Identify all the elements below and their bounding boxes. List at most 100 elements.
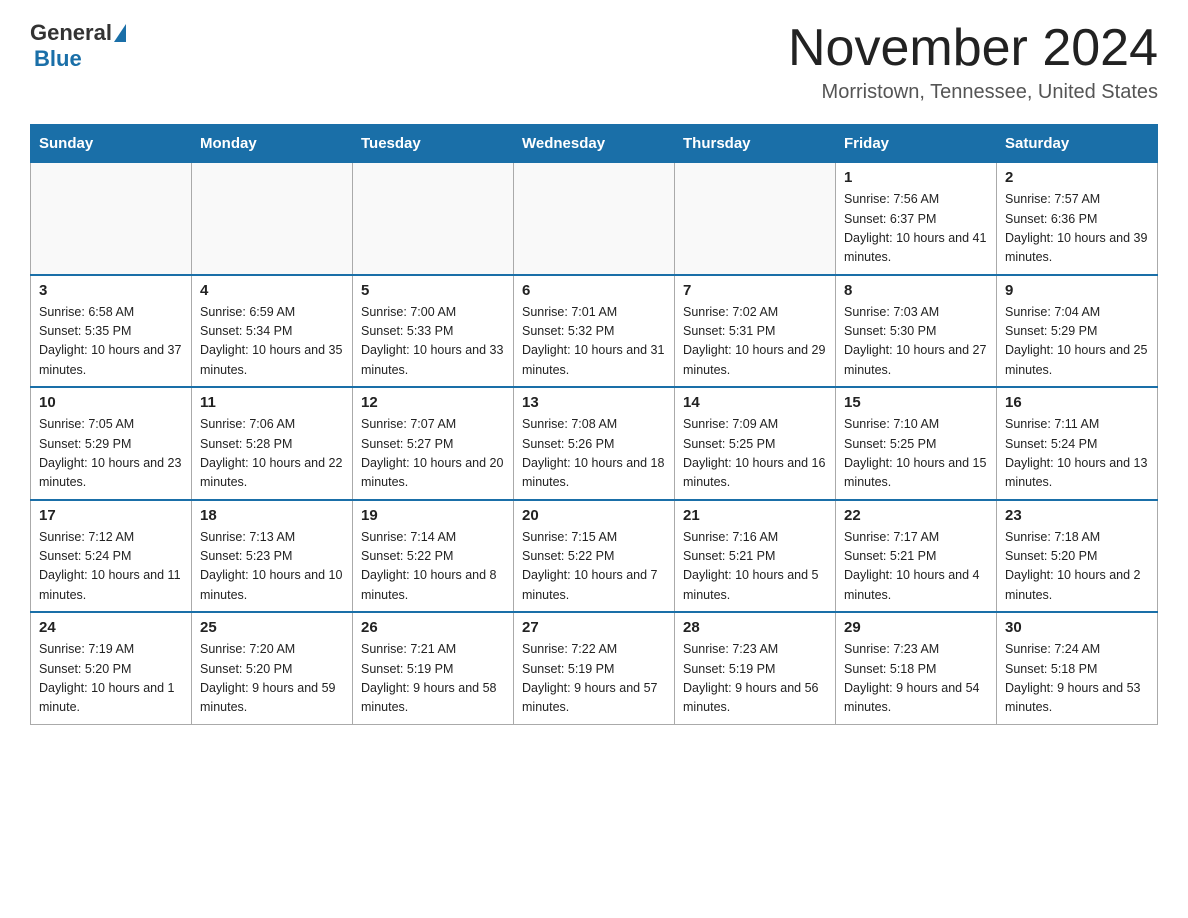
day-number: 26 (361, 619, 505, 636)
day-number: 5 (361, 282, 505, 299)
title-area: November 2024 Morristown, Tennessee, Uni… (788, 20, 1158, 104)
calendar-cell: 12 Sunrise: 7:07 AM Sunset: 5:27 PM Dayli… (353, 387, 514, 500)
day-number: 8 (844, 282, 988, 299)
calendar-cell: 24Sunrise: 7:19 AM Sunset: 5:20 PM Dayli… (31, 612, 192, 724)
logo-blue: Blue (34, 46, 82, 72)
day-info: Sunrise: 7:03 AM Sunset: 5:30 PM Dayligh… (844, 303, 988, 381)
day-number: 21 (683, 507, 827, 524)
day-info: Sunrise: 7:57 AM Sunset: 6:36 PM Dayligh… (1005, 190, 1149, 268)
day-info: Sunrise: 7:11 AM Sunset: 5:24 PM Dayligh… (1005, 415, 1149, 493)
calendar-week-row: 17Sunrise: 7:12 AM Sunset: 5:24 PM Dayli… (31, 500, 1158, 613)
day-info: Sunrise: 7:15 AM Sunset: 5:22 PM Dayligh… (522, 528, 666, 606)
calendar-cell: 21 Sunrise: 7:16 AM Sunset: 5:21 PM Dayli… (675, 500, 836, 613)
day-number: 13 (522, 394, 666, 411)
day-info: Sunrise: 7:23 AM Sunset: 5:19 PM Dayligh… (683, 640, 827, 718)
day-info: Sunrise: 7:13 AM Sunset: 5:23 PM Dayligh… (200, 528, 344, 606)
day-number: 25 (200, 619, 344, 636)
calendar-cell: 4 Sunrise: 6:59 AM Sunset: 5:34 PM Daylig… (192, 275, 353, 388)
calendar-cell: 19Sunrise: 7:14 AM Sunset: 5:22 PM Dayli… (353, 500, 514, 613)
calendar-cell: 15 Sunrise: 7:10 AM Sunset: 5:25 PM Dayli… (836, 387, 997, 500)
calendar-cell: 18 Sunrise: 7:13 AM Sunset: 5:23 PM Dayli… (192, 500, 353, 613)
calendar-cell: 7Sunrise: 7:02 AM Sunset: 5:31 PM Daylig… (675, 275, 836, 388)
calendar-week-row: 3 Sunrise: 6:58 AM Sunset: 5:35 PM Daylig… (31, 275, 1158, 388)
day-number: 10 (39, 394, 183, 411)
day-info: Sunrise: 6:59 AM Sunset: 5:34 PM Dayligh… (200, 303, 344, 381)
day-number: 15 (844, 394, 988, 411)
day-info: Sunrise: 7:10 AM Sunset: 5:25 PM Dayligh… (844, 415, 988, 493)
weekday-header: Sunday (31, 125, 192, 163)
logo-general: General (30, 20, 112, 46)
day-number: 18 (200, 507, 344, 524)
day-number: 17 (39, 507, 183, 524)
day-info: Sunrise: 7:07 AM Sunset: 5:27 PM Dayligh… (361, 415, 505, 493)
calendar-cell: 5 Sunrise: 7:00 AM Sunset: 5:33 PM Daylig… (353, 275, 514, 388)
calendar-header-row: SundayMondayTuesdayWednesdayThursdayFrid… (31, 125, 1158, 163)
day-number: 22 (844, 507, 988, 524)
day-info: Sunrise: 7:00 AM Sunset: 5:33 PM Dayligh… (361, 303, 505, 381)
day-number: 19 (361, 507, 505, 524)
day-number: 9 (1005, 282, 1149, 299)
day-number: 24 (39, 619, 183, 636)
day-number: 30 (1005, 619, 1149, 636)
day-info: Sunrise: 7:08 AM Sunset: 5:26 PM Dayligh… (522, 415, 666, 493)
calendar-cell: 13 Sunrise: 7:08 AM Sunset: 5:26 PM Dayli… (514, 387, 675, 500)
calendar-cell: 16 Sunrise: 7:11 AM Sunset: 5:24 PM Dayli… (997, 387, 1158, 500)
calendar-cell: 3 Sunrise: 6:58 AM Sunset: 5:35 PM Daylig… (31, 275, 192, 388)
calendar-cell: 6 Sunrise: 7:01 AM Sunset: 5:32 PM Daylig… (514, 275, 675, 388)
day-info: Sunrise: 7:24 AM Sunset: 5:18 PM Dayligh… (1005, 640, 1149, 718)
calendar-cell: 10 Sunrise: 7:05 AM Sunset: 5:29 PM Dayli… (31, 387, 192, 500)
calendar-cell: 1 Sunrise: 7:56 AM Sunset: 6:37 PM Daylig… (836, 163, 997, 275)
weekday-header: Wednesday (514, 125, 675, 163)
header: General Blue November 2024 Morristown, T… (30, 20, 1158, 104)
day-number: 23 (1005, 507, 1149, 524)
calendar-cell: 25 Sunrise: 7:20 AM Sunset: 5:20 PM Dayli… (192, 612, 353, 724)
day-info: Sunrise: 7:01 AM Sunset: 5:32 PM Dayligh… (522, 303, 666, 381)
calendar-cell: 8 Sunrise: 7:03 AM Sunset: 5:30 PM Daylig… (836, 275, 997, 388)
day-number: 2 (1005, 169, 1149, 186)
calendar-cell: 17Sunrise: 7:12 AM Sunset: 5:24 PM Dayli… (31, 500, 192, 613)
calendar-week-row: 10 Sunrise: 7:05 AM Sunset: 5:29 PM Dayli… (31, 387, 1158, 500)
calendar-week-row: 1 Sunrise: 7:56 AM Sunset: 6:37 PM Daylig… (31, 163, 1158, 275)
weekday-header: Saturday (997, 125, 1158, 163)
calendar-cell: 30 Sunrise: 7:24 AM Sunset: 5:18 PM Dayli… (997, 612, 1158, 724)
calendar-cell: 22 Sunrise: 7:17 AM Sunset: 5:21 PM Dayli… (836, 500, 997, 613)
location-title: Morristown, Tennessee, United States (788, 81, 1158, 104)
day-info: Sunrise: 7:20 AM Sunset: 5:20 PM Dayligh… (200, 640, 344, 718)
calendar-cell: 29Sunrise: 7:23 AM Sunset: 5:18 PM Dayli… (836, 612, 997, 724)
day-info: Sunrise: 7:56 AM Sunset: 6:37 PM Dayligh… (844, 190, 988, 268)
calendar-cell: 23 Sunrise: 7:18 AM Sunset: 5:20 PM Dayli… (997, 500, 1158, 613)
month-title: November 2024 (788, 20, 1158, 77)
day-number: 6 (522, 282, 666, 299)
day-info: Sunrise: 7:18 AM Sunset: 5:20 PM Dayligh… (1005, 528, 1149, 606)
calendar-cell: 20 Sunrise: 7:15 AM Sunset: 5:22 PM Dayli… (514, 500, 675, 613)
day-number: 3 (39, 282, 183, 299)
calendar-cell: 26 Sunrise: 7:21 AM Sunset: 5:19 PM Dayli… (353, 612, 514, 724)
day-number: 29 (844, 619, 988, 636)
day-number: 1 (844, 169, 988, 186)
day-info: Sunrise: 7:17 AM Sunset: 5:21 PM Dayligh… (844, 528, 988, 606)
calendar-cell: 9Sunrise: 7:04 AM Sunset: 5:29 PM Daylig… (997, 275, 1158, 388)
logo-triangle-icon (114, 24, 126, 42)
day-info: Sunrise: 7:09 AM Sunset: 5:25 PM Dayligh… (683, 415, 827, 493)
calendar-cell (192, 163, 353, 275)
calendar-cell (353, 163, 514, 275)
calendar-cell: 14Sunrise: 7:09 AM Sunset: 5:25 PM Dayli… (675, 387, 836, 500)
day-info: Sunrise: 6:58 AM Sunset: 5:35 PM Dayligh… (39, 303, 183, 381)
day-number: 27 (522, 619, 666, 636)
calendar-cell (675, 163, 836, 275)
day-number: 4 (200, 282, 344, 299)
day-number: 12 (361, 394, 505, 411)
day-info: Sunrise: 7:02 AM Sunset: 5:31 PM Dayligh… (683, 303, 827, 381)
day-info: Sunrise: 7:05 AM Sunset: 5:29 PM Dayligh… (39, 415, 183, 493)
calendar-table: SundayMondayTuesdayWednesdayThursdayFrid… (30, 124, 1158, 725)
day-info: Sunrise: 7:16 AM Sunset: 5:21 PM Dayligh… (683, 528, 827, 606)
day-info: Sunrise: 7:21 AM Sunset: 5:19 PM Dayligh… (361, 640, 505, 718)
day-info: Sunrise: 7:06 AM Sunset: 5:28 PM Dayligh… (200, 415, 344, 493)
day-number: 16 (1005, 394, 1149, 411)
day-info: Sunrise: 7:22 AM Sunset: 5:19 PM Dayligh… (522, 640, 666, 718)
weekday-header: Thursday (675, 125, 836, 163)
calendar-cell (31, 163, 192, 275)
day-number: 20 (522, 507, 666, 524)
weekday-header: Tuesday (353, 125, 514, 163)
weekday-header: Monday (192, 125, 353, 163)
